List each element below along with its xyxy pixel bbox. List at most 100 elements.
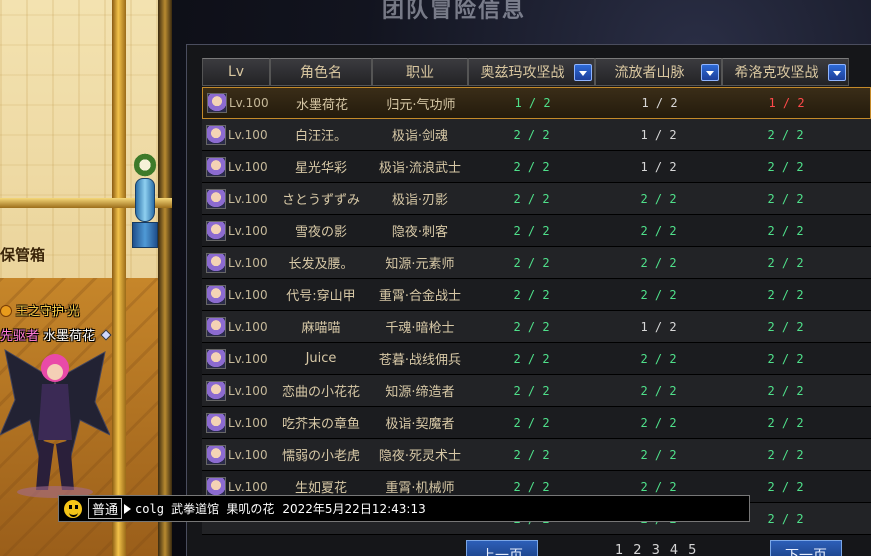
exile-mountains-cell: 1 / 2	[641, 96, 678, 110]
chat-message: colg 武拳道馆 果叽の花	[135, 502, 275, 516]
character-avatar-icon	[206, 348, 226, 369]
sirocco-raid-cell: 2 / 2	[767, 383, 804, 398]
job-cell: 重霄·合金战士	[378, 289, 462, 304]
table-row[interactable]: Lv.100 さとうずずみ 极诣·刃影 2 / 2 2 / 2 2 / 2	[202, 183, 871, 215]
table-row[interactable]: Lv.100 雪夜の影 隐夜·刺客 2 / 2 2 / 2 2 / 2	[202, 215, 871, 247]
ozma-raid-cell: 2 / 2	[513, 415, 550, 430]
table-row[interactable]: Lv.100 代号:穿山甲 重霄·合金战士 2 / 2 2 / 2 2 / 2	[202, 279, 871, 311]
page-number-link[interactable]: 4	[670, 543, 678, 556]
guild-title-text: 王之守护·光	[15, 304, 80, 318]
level-cell: Lv.100	[202, 311, 270, 343]
sirocco-raid-cell: 2 / 2	[767, 415, 804, 430]
vase-body	[135, 178, 155, 222]
level-cell: Lv.100	[202, 343, 270, 375]
character-name-cell: 雪夜の影	[294, 225, 347, 240]
level-text: Lv.100	[228, 383, 268, 398]
sirocco-raid-cell: 2 / 2	[767, 287, 804, 302]
character-name-cell: さとうずずみ	[281, 193, 360, 208]
exile-mountains-cell: 1 / 2	[640, 319, 677, 334]
level-cell: Lv.100	[202, 215, 270, 247]
sirocco-raid-cell: 2 / 2	[767, 255, 804, 270]
dropdown-arrow-icon[interactable]	[828, 64, 846, 81]
next-page-button[interactable]: 下一页	[770, 540, 842, 556]
level-cell: Lv.100	[202, 439, 270, 471]
sirocco-raid-cell: 2 / 2	[767, 159, 804, 174]
character-name-cell: 懦弱の小老虎	[281, 449, 360, 464]
job-cell: 隐夜·刺客	[391, 225, 449, 240]
character-avatar-icon	[206, 188, 226, 209]
character-avatar-icon	[206, 156, 226, 177]
character-avatar-icon	[206, 220, 226, 241]
job-cell: 苍暮·战线佣兵	[378, 353, 462, 368]
character-name-cell: 吃芥末の章鱼	[281, 417, 360, 432]
emoji-face-icon[interactable]	[62, 497, 84, 520]
character-avatar-icon	[206, 412, 226, 433]
column-header-1: 角色名	[270, 58, 372, 86]
job-cell: 归元·气功师	[386, 97, 456, 113]
character-name-cell: 长发及腰。	[288, 257, 354, 272]
ozma-raid-cell: 2 / 2	[513, 351, 550, 366]
table-row[interactable]: Lv.100 麻喵喵 千魂·暗枪士 2 / 2 1 / 2 2 / 2	[202, 311, 871, 343]
job-cell: 极诣·流浪武士	[378, 161, 462, 176]
page-number-link[interactable]: 3	[652, 543, 660, 556]
table-row[interactable]: Lv.100 白汪汪。 极诣·剑魂 2 / 2 1 / 2 2 / 2	[202, 119, 871, 151]
ozma-raid-cell: 2 / 2	[513, 127, 550, 142]
game-scene: 保管箱 王之守护·光 先驱者 水墨荷花	[0, 0, 172, 556]
guild-badge-icon	[0, 305, 12, 317]
job-cell: 极诣·刃影	[391, 193, 449, 208]
ozma-raid-cell: 2 / 2	[513, 287, 550, 302]
character-avatar-icon	[206, 380, 226, 401]
column-header-3[interactable]: 奥兹玛攻坚战	[468, 58, 595, 86]
character-avatar-icon	[206, 444, 226, 465]
column-header-label: 奥兹玛攻坚战	[480, 65, 565, 81]
page-number-link[interactable]: 5	[688, 543, 696, 556]
level-text: Lv.100	[228, 479, 268, 494]
character-name-cell: 水墨荷花	[295, 97, 348, 113]
level-text: Lv.100	[229, 96, 269, 110]
table-row[interactable]: Lv.100 懦弱の小老虎 隐夜·死灵术士 2 / 2 2 / 2 2 / 2	[202, 439, 871, 471]
table-row[interactable]: Lv.100 Juice 苍暮·战线佣兵 2 / 2 2 / 2 2 / 2	[202, 343, 871, 375]
page-number-link[interactable]: 2	[633, 543, 641, 556]
guild-title: 王之守护·光	[0, 302, 80, 319]
ozma-raid-cell: 2 / 2	[513, 159, 550, 174]
column-header-label: 希洛克攻坚战	[734, 65, 819, 81]
job-cell: 千魂·暗枪士	[385, 321, 455, 336]
job-cell: 隐夜·死灵术士	[378, 449, 462, 464]
column-header-5[interactable]: 希洛克攻坚战	[722, 58, 849, 86]
level-text: Lv.100	[228, 255, 268, 270]
channel-arrow-icon	[124, 503, 132, 514]
column-header-4[interactable]: 流放者山脉	[595, 58, 722, 86]
player-character[interactable]	[0, 340, 110, 500]
character-avatar-icon	[206, 476, 226, 497]
level-text: Lv.100	[228, 351, 268, 366]
table-row[interactable]: Lv.100 长发及腰。 知源·元素师 2 / 2 2 / 2 2 / 2	[202, 247, 871, 279]
sirocco-raid-cell: 2 / 2	[767, 191, 804, 206]
dropdown-arrow-icon[interactable]	[574, 64, 592, 81]
scene-pillar	[112, 0, 126, 556]
sirocco-raid-cell: 1 / 2	[768, 96, 805, 110]
level-cell: Lv.100	[202, 151, 270, 183]
character-name-cell: 恋曲の小花花	[281, 385, 360, 400]
ozma-raid-cell: 1 / 2	[514, 96, 551, 110]
column-header-2: 职业	[372, 58, 468, 86]
page-number-link[interactable]: 1	[615, 543, 623, 556]
chat-channel[interactable]: 普通	[88, 498, 123, 519]
dropdown-arrow-icon[interactable]	[701, 64, 719, 81]
storage-box-label[interactable]: 保管箱	[0, 244, 45, 265]
table-row[interactable]: Lv.100 恋曲の小花花 知源·缔造者 2 / 2 2 / 2 2 / 2	[202, 375, 871, 407]
table-row[interactable]: Lv.100 吃芥末の章鱼 极诣·契魔者 2 / 2 2 / 2 2 / 2	[202, 407, 871, 439]
chat-timestamp: 2022年5月22日12:43:13	[282, 502, 426, 516]
chat-bar[interactable]: 普通 colg 武拳道馆 果叽の花 2022年5月22日12:43:13	[58, 495, 750, 522]
flower-icon	[134, 150, 156, 180]
table-row[interactable]: Lv.100 水墨荷花 归元·气功师 1 / 2 1 / 2 1 / 2	[202, 87, 871, 119]
table-row[interactable]: Lv.100 星光华彩 极诣·流浪武士 2 / 2 1 / 2 2 / 2	[202, 151, 871, 183]
exile-mountains-cell: 1 / 2	[640, 127, 677, 142]
job-cell: 极诣·契魔者	[385, 417, 455, 432]
prev-page-button[interactable]: 上一页	[466, 540, 538, 556]
table-body: Lv.100 水墨荷花 归元·气功师 1 / 2 1 / 2 1 / 2 Lv.100 白汪汪…	[202, 87, 871, 535]
character-avatar-icon	[206, 316, 226, 337]
character-avatar-icon	[206, 124, 226, 145]
ozma-raid-cell: 2 / 2	[513, 255, 550, 270]
character-name-cell: 代号:穿山甲	[286, 289, 356, 304]
level-text: Lv.100	[228, 415, 268, 430]
